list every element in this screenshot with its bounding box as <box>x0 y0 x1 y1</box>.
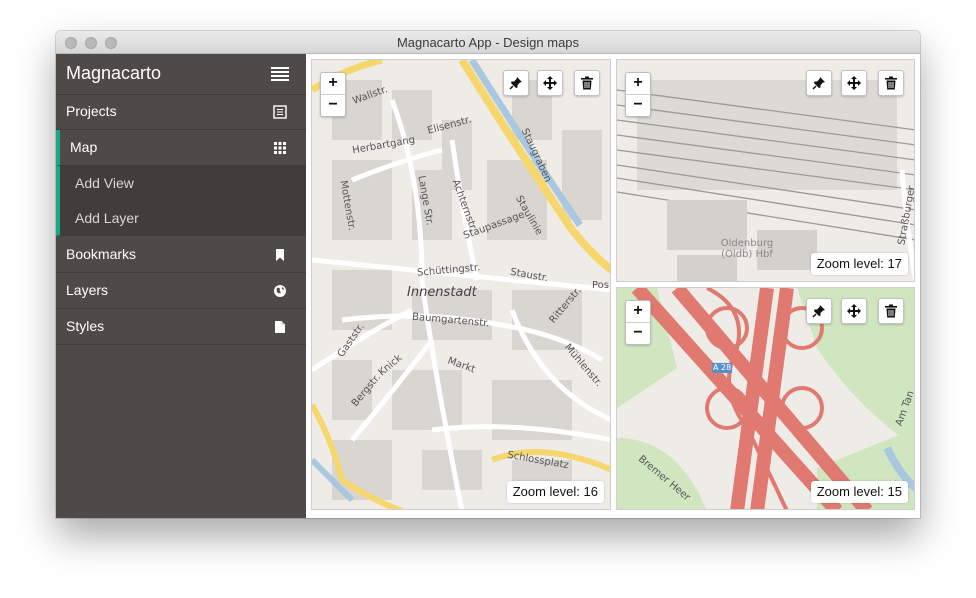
zoom-level-value: 16 <box>583 484 598 499</box>
zoom-level-label: Zoom level: <box>816 256 884 271</box>
delete-button[interactable] <box>574 70 600 96</box>
hamburger-icon[interactable] <box>271 67 289 82</box>
zoom-in-button[interactable]: + <box>321 73 345 94</box>
pin-button[interactable] <box>503 70 529 96</box>
sidebar-item-layers[interactable]: Layers <box>56 273 306 309</box>
map-label: Oldenburg (Oldb) Hbf <box>720 238 774 260</box>
zoom-level-display: Zoom level: 16 <box>506 481 604 503</box>
delete-button[interactable] <box>878 298 904 324</box>
globe-icon <box>274 285 286 297</box>
zoom-out-button[interactable]: − <box>321 94 345 116</box>
sidebar-subitem-label: Add Layer <box>75 210 139 226</box>
sidebar-item-label: Styles <box>66 318 105 334</box>
zoom-out-button[interactable]: − <box>626 322 650 344</box>
zoom-in-button[interactable]: + <box>626 301 650 322</box>
title-bar: Magnacarto App - Design maps <box>56 31 920 54</box>
zoom-level-value: 17 <box>887 256 902 271</box>
sidebar-subitem-add-view[interactable]: Add View <box>56 166 306 201</box>
sidebar-item-label: Bookmarks <box>66 246 137 262</box>
grid-icon <box>274 142 286 154</box>
zoom-in-button[interactable]: + <box>626 73 650 94</box>
pin-button[interactable] <box>806 70 832 96</box>
map-view-innenstadt[interactable]: Innenstadt Wallstr. Herbartgang Elisenst… <box>311 59 611 510</box>
sidebar-item-label: Layers <box>66 282 109 298</box>
sidebar: Magnacarto Projects Map Add View Add Lay… <box>56 54 306 518</box>
map-label: Innenstadt <box>407 285 477 300</box>
zoom-level-value: 15 <box>887 484 902 499</box>
map-view-interchange[interactable]: A 28 Bremer Heer Am Tan + − Zoom level: … <box>616 287 915 510</box>
window-title: Magnacarto App - Design maps <box>396 35 580 50</box>
zoom-control: + − <box>625 300 651 345</box>
bookmark-icon <box>276 249 284 261</box>
sidebar-item-bookmarks[interactable]: Bookmarks <box>56 237 306 273</box>
zoom-control: + − <box>320 72 346 117</box>
sidebar-subitem-label: Add View <box>75 175 134 191</box>
zoom-level-label: Zoom level: <box>816 484 884 499</box>
trash-icon <box>885 76 897 90</box>
sidebar-item-styles[interactable]: Styles <box>56 309 306 345</box>
app-window: Magnacarto App - Design maps Magnacarto … <box>56 31 920 518</box>
map-view-station[interactable]: Oldenburg (Oldb) Hbf Straßburger + − Zoo… <box>616 59 915 282</box>
map-label: Pos <box>592 280 610 291</box>
brand-title: Magnacarto <box>66 63 162 83</box>
sidebar-subitem-add-layer[interactable]: Add Layer <box>56 201 306 236</box>
sidebar-item-projects[interactable]: Projects <box>56 94 306 130</box>
pin-icon <box>812 77 825 90</box>
sidebar-item-map[interactable]: Map <box>56 130 306 166</box>
zoom-control: + − <box>625 72 651 117</box>
move-icon <box>847 76 861 90</box>
move-icon <box>543 76 557 90</box>
zoom-level-label: Zoom level: <box>512 484 580 499</box>
zoom-level-display: Zoom level: 17 <box>810 253 908 275</box>
list-icon <box>273 105 287 119</box>
sidebar-item-label: Map <box>70 139 98 155</box>
zoom-out-button[interactable]: − <box>626 94 650 116</box>
pin-button[interactable] <box>806 298 832 324</box>
zoom-level-display: Zoom level: 15 <box>810 481 908 503</box>
trash-icon <box>581 76 593 90</box>
move-button[interactable] <box>537 70 563 96</box>
highway-shield: A 28 <box>713 363 732 372</box>
file-icon <box>275 321 285 333</box>
move-icon <box>847 304 861 318</box>
map-workspace: Innenstadt Wallstr. Herbartgang Elisenst… <box>306 54 920 518</box>
sidebar-item-label: Projects <box>66 103 117 119</box>
move-button[interactable] <box>841 70 867 96</box>
delete-button[interactable] <box>878 70 904 96</box>
trash-icon <box>885 304 897 318</box>
move-button[interactable] <box>841 298 867 324</box>
sidebar-header: Magnacarto <box>56 54 306 95</box>
pin-icon <box>812 305 825 318</box>
pin-icon <box>509 77 522 90</box>
